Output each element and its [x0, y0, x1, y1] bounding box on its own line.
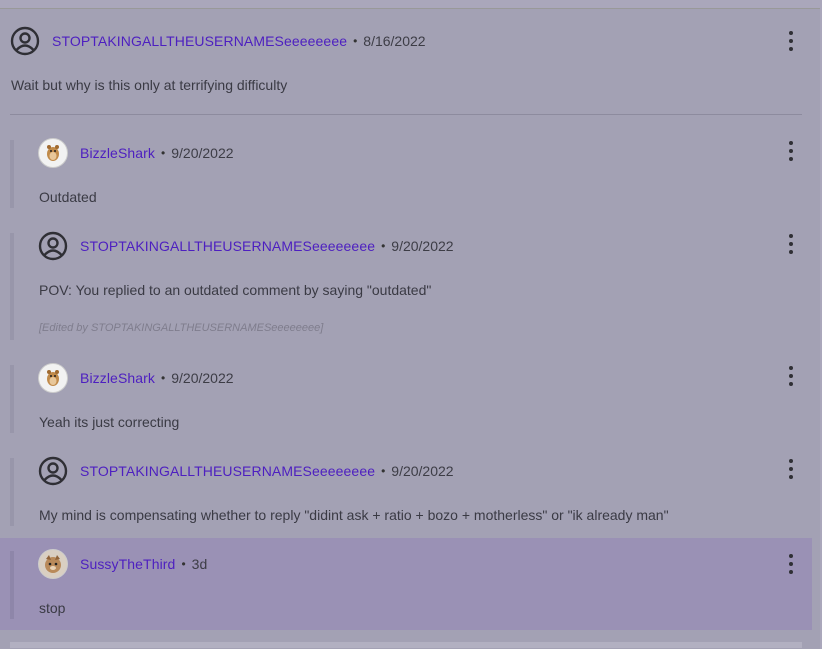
comment-text: Yeah its just correcting — [39, 414, 180, 430]
more-options-icon[interactable] — [788, 31, 794, 51]
comment-username[interactable]: SussyTheThird — [80, 556, 175, 572]
separator-dot: • — [381, 464, 386, 478]
separator-dot: • — [161, 146, 166, 160]
more-options-icon[interactable] — [788, 141, 794, 161]
comment-header: STOPTAKINGALLTHEUSERNAMESeeeeeeee • 8/16… — [10, 25, 426, 57]
comment-text: Wait but why is this only at terrifying … — [11, 77, 288, 93]
comment-text: My mind is compensating whether to reply… — [39, 507, 669, 523]
comment-header: BizzleShark • 9/20/2022 — [38, 137, 234, 169]
user-circle-icon[interactable] — [38, 456, 68, 486]
comment-date: 9/20/2022 — [391, 238, 454, 254]
separator-dot: • — [353, 34, 358, 48]
comment-date: 9/20/2022 — [171, 370, 234, 386]
more-options-icon[interactable] — [788, 234, 794, 254]
comment-divider — [10, 114, 802, 115]
user-circle-icon[interactable] — [38, 231, 68, 261]
comment-username[interactable]: BizzleShark — [80, 370, 155, 386]
comment-text: POV: You replied to an outdated comment … — [39, 282, 432, 298]
thread-line — [10, 551, 14, 619]
comment-date: 8/16/2022 — [363, 33, 426, 49]
user-circle-icon[interactable] — [10, 26, 40, 56]
edited-note: [Edited by STOPTAKINGALLTHEUSERNAMESeeee… — [39, 322, 324, 334]
comment-date: 9/20/2022 — [391, 463, 454, 479]
comment-header: SussyTheThird • 3d — [38, 548, 207, 580]
comment-username[interactable]: STOPTAKINGALLTHEUSERNAMESeeeeeeee — [52, 33, 347, 49]
comment-text: Outdated — [39, 189, 97, 205]
more-options-icon[interactable] — [788, 459, 794, 479]
comment-header: STOPTAKINGALLTHEUSERNAMESeeeeeeee • 9/20… — [38, 455, 454, 487]
more-options-icon[interactable] — [788, 554, 794, 574]
cat-avatar[interactable] — [38, 549, 68, 579]
thread-line — [10, 458, 14, 526]
separator-dot: • — [181, 557, 186, 571]
separator-dot: • — [161, 371, 166, 385]
more-options-icon[interactable] — [788, 366, 794, 386]
comment-username[interactable]: STOPTAKINGALLTHEUSERNAMESeeeeeeee — [80, 463, 375, 479]
comment-date: 9/20/2022 — [171, 145, 234, 161]
hamster-avatar[interactable] — [38, 138, 68, 168]
comment-username[interactable]: BizzleShark — [80, 145, 155, 161]
thread-line — [10, 365, 14, 433]
next-item-edge — [10, 642, 802, 648]
thread-line — [10, 140, 14, 208]
separator-dot: • — [381, 239, 386, 253]
hamster-avatar[interactable] — [38, 363, 68, 393]
thread-line — [10, 233, 14, 340]
comment-header: STOPTAKINGALLTHEUSERNAMESeeeeeeee • 9/20… — [38, 230, 454, 262]
comment-text: stop — [39, 600, 66, 616]
comment-header: BizzleShark • 9/20/2022 — [38, 362, 234, 394]
comment-username[interactable]: STOPTAKINGALLTHEUSERNAMESeeeeeeee — [80, 238, 375, 254]
comment-date: 3d — [191, 556, 208, 572]
